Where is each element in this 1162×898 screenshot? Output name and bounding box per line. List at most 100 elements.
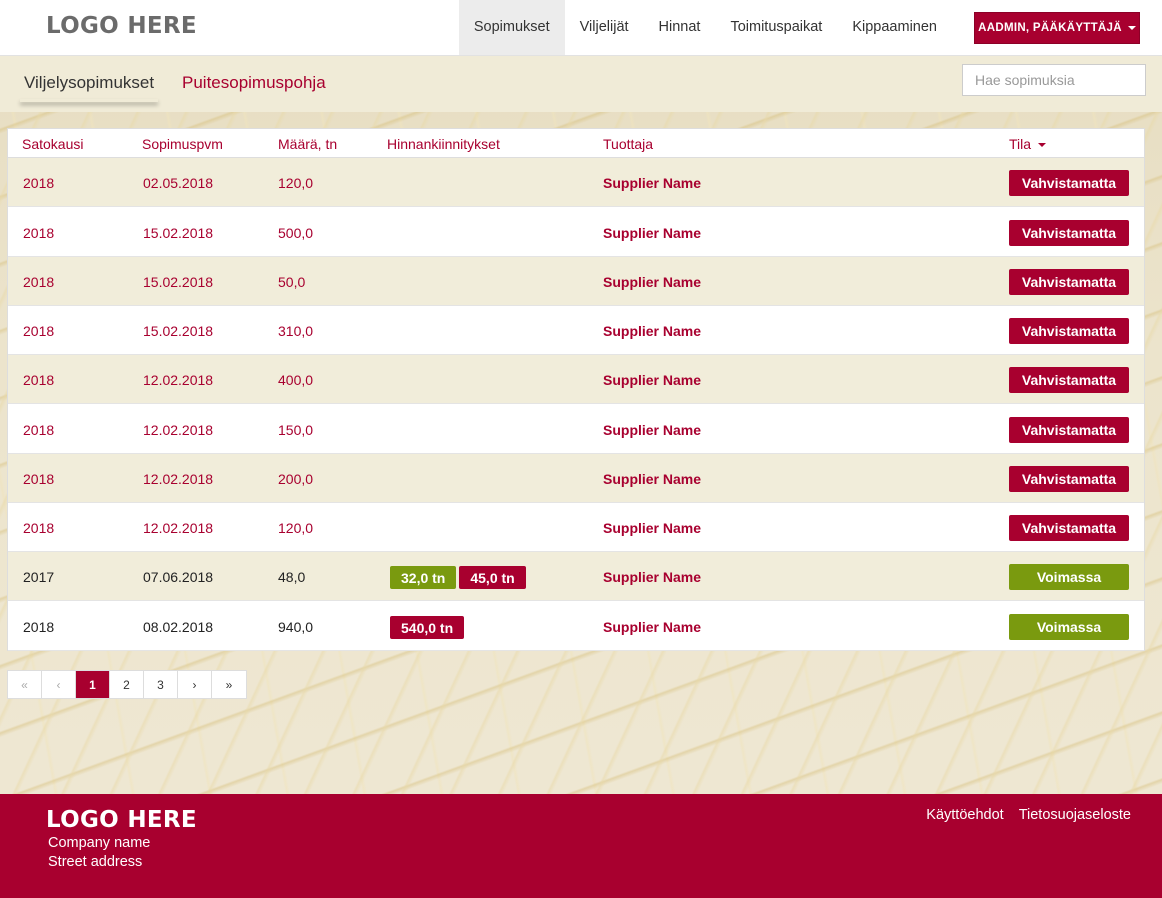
pagination-last[interactable]: » — [212, 671, 246, 698]
top-navbar: LOGO HERE Sopimukset Viljelijät Hinnat T… — [0, 0, 1162, 56]
season-cell: 2018 — [23, 274, 55, 290]
contract-date-cell: 12.02.2018 — [143, 471, 214, 487]
producer-cell: Supplier Name — [603, 225, 702, 241]
column-header-sopimuspvm[interactable]: Sopimuspvm — [142, 136, 223, 152]
contract-date-cell: 15.02.2018 — [143, 274, 214, 290]
season-cell: 2018 — [23, 225, 55, 241]
column-header-hinnankiinnitykset[interactable]: Hinnankiinnitykset — [387, 136, 500, 152]
contracts-table: Satokausi Sopimuspvm Määrä, tn Hinnankii… — [7, 128, 1145, 651]
nav-item-viljelijat[interactable]: Viljelijät — [565, 0, 644, 55]
status-button[interactable]: Voimassa — [1009, 614, 1129, 640]
footer-link-tietosuojaseloste[interactable]: Tietosuojaseloste — [1019, 807, 1131, 823]
amount-cell: 940,0 — [278, 619, 314, 635]
footer-logo: LOGO HERE — [46, 807, 197, 833]
pagination-page-1[interactable]: 1 — [76, 671, 110, 698]
price-fixing-badge[interactable]: 45,0 tn — [459, 566, 526, 589]
producer-cell: Supplier Name — [603, 422, 702, 438]
logo[interactable]: LOGO HERE — [46, 13, 197, 39]
season-cell: 2018 — [23, 619, 55, 635]
pagination: « ‹ 1 2 3 › » — [7, 670, 247, 699]
season-cell: 2017 — [23, 569, 55, 585]
nav-item-hinnat[interactable]: Hinnat — [644, 0, 716, 55]
amount-cell: 500,0 — [278, 225, 314, 241]
column-header-tuottaja[interactable]: Tuottaja — [603, 136, 653, 152]
price-fixings: 32,0 tn 45,0 tn — [390, 566, 526, 589]
sort-desc-icon — [1038, 143, 1047, 148]
pagination-page-2[interactable]: 2 — [110, 671, 144, 698]
contract-date-cell: 15.02.2018 — [143, 225, 214, 241]
status-button[interactable]: Vahvistamatta — [1009, 417, 1129, 443]
producer-cell: Supplier Name — [603, 471, 702, 487]
season-cell: 2018 — [23, 471, 55, 487]
nav-item-kippaaminen[interactable]: Kippaaminen — [837, 0, 952, 55]
column-header-maara[interactable]: Määrä, tn — [278, 136, 337, 152]
column-header-tila-label: Tila — [1009, 136, 1032, 152]
user-menu-label: AADMIN, PÄÄKÄYTTÄJÄ — [978, 22, 1122, 34]
table-row[interactable]: 2018 08.02.2018 940,0 Supplier Name 540,0 tn… — [8, 602, 1144, 651]
user-menu-button[interactable]: AADMIN, PÄÄKÄYTTÄJÄ — [974, 12, 1140, 44]
status-button[interactable]: Vahvistamatta — [1009, 170, 1129, 196]
status-button[interactable]: Vahvistamatta — [1009, 515, 1129, 541]
tab-puitesopimuspohja[interactable]: Puitesopimuspohja — [182, 73, 326, 93]
footer: LOGO HERE Company name Street address Kä… — [0, 794, 1162, 898]
contract-date-cell: 12.02.2018 — [143, 372, 214, 388]
producer-cell: Supplier Name — [603, 274, 702, 290]
amount-cell: 200,0 — [278, 471, 314, 487]
season-cell: 2018 — [23, 520, 55, 536]
table-row[interactable]: 2018 02.05.2018 120,0 Supplier Name Vahvista… — [8, 158, 1144, 207]
pagination-first[interactable]: « — [8, 671, 42, 698]
table-header: Satokausi Sopimuspvm Määrä, tn Hinnankii… — [8, 129, 1144, 158]
column-header-satokausi[interactable]: Satokausi — [22, 136, 83, 152]
table-row[interactable]: 2017 07.06.2018 48,0 Supplier Name 32,0 tn 45… — [8, 552, 1144, 601]
producer-cell: Supplier Name — [603, 323, 702, 339]
nav-item-sopimukset[interactable]: Sopimukset — [458, 0, 565, 55]
price-fixings: 540,0 tn — [390, 616, 465, 639]
status-button[interactable]: Vahvistamatta — [1009, 269, 1129, 295]
amount-cell: 150,0 — [278, 422, 314, 438]
status-button[interactable]: Vahvistamatta — [1009, 466, 1129, 492]
table-row[interactable]: 2018 12.02.2018 400,0 Supplier Name Vahvista… — [8, 355, 1144, 404]
pagination-next[interactable]: › — [178, 671, 212, 698]
footer-address: Street address — [48, 854, 143, 870]
pagination-prev[interactable]: ‹ — [42, 671, 76, 698]
contract-date-cell: 08.02.2018 — [143, 619, 214, 635]
season-cell: 2018 — [23, 323, 55, 339]
table-row[interactable]: 2018 15.02.2018 500,0 Supplier Name Vahvista… — [8, 208, 1144, 257]
status-button[interactable]: Vahvistamatta — [1009, 318, 1129, 344]
contract-date-cell: 02.05.2018 — [143, 175, 214, 191]
amount-cell: 400,0 — [278, 372, 314, 388]
season-cell: 2018 — [23, 372, 55, 388]
nav-item-toimituspaikat[interactable]: Toimituspaikat — [715, 0, 837, 55]
amount-cell: 48,0 — [278, 569, 306, 585]
price-fixing-badge[interactable]: 540,0 tn — [390, 616, 465, 639]
column-header-tila[interactable]: Tila — [1009, 136, 1047, 152]
amount-cell: 50,0 — [278, 274, 306, 290]
contract-date-cell: 12.02.2018 — [143, 422, 214, 438]
table-row[interactable]: 2018 15.02.2018 310,0 Supplier Name Vahvista… — [8, 306, 1144, 355]
season-cell: 2018 — [23, 175, 55, 191]
contract-date-cell: 12.02.2018 — [143, 520, 214, 536]
status-button[interactable]: Vahvistamatta — [1009, 220, 1129, 246]
contract-date-cell: 15.02.2018 — [143, 323, 214, 339]
footer-links: Käyttöehdot Tietosuojaseloste — [926, 807, 1131, 823]
status-button[interactable]: Vahvistamatta — [1009, 367, 1129, 393]
footer-link-kayttoehdot[interactable]: Käyttöehdot — [926, 807, 1003, 823]
caret-down-icon — [1127, 26, 1136, 30]
producer-cell: Supplier Name — [603, 175, 702, 191]
producer-cell: Supplier Name — [603, 520, 702, 536]
producer-cell: Supplier Name — [603, 619, 702, 635]
table-row[interactable]: 2018 15.02.2018 50,0 Supplier Name Vahvistam… — [8, 257, 1144, 306]
contract-date-cell: 07.06.2018 — [143, 569, 214, 585]
amount-cell: 310,0 — [278, 323, 314, 339]
table-row[interactable]: 2018 12.02.2018 150,0 Supplier Name Vahvista… — [8, 405, 1144, 454]
price-fixing-badge[interactable]: 32,0 tn — [390, 566, 457, 589]
sub-navbar: Viljelysopimukset Puitesopimuspohja — [0, 56, 1162, 112]
tab-viljelysopimukset[interactable]: Viljelysopimukset — [24, 73, 154, 93]
footer-company: Company name — [48, 835, 151, 851]
producer-cell: Supplier Name — [603, 372, 702, 388]
table-row[interactable]: 2018 12.02.2018 200,0 Supplier Name Vahvista… — [8, 454, 1144, 503]
pagination-page-3[interactable]: 3 — [144, 671, 178, 698]
table-row[interactable]: 2018 12.02.2018 120,0 Supplier Name Vahvista… — [8, 503, 1144, 552]
status-button[interactable]: Voimassa — [1009, 564, 1129, 590]
search-input[interactable] — [962, 64, 1146, 96]
